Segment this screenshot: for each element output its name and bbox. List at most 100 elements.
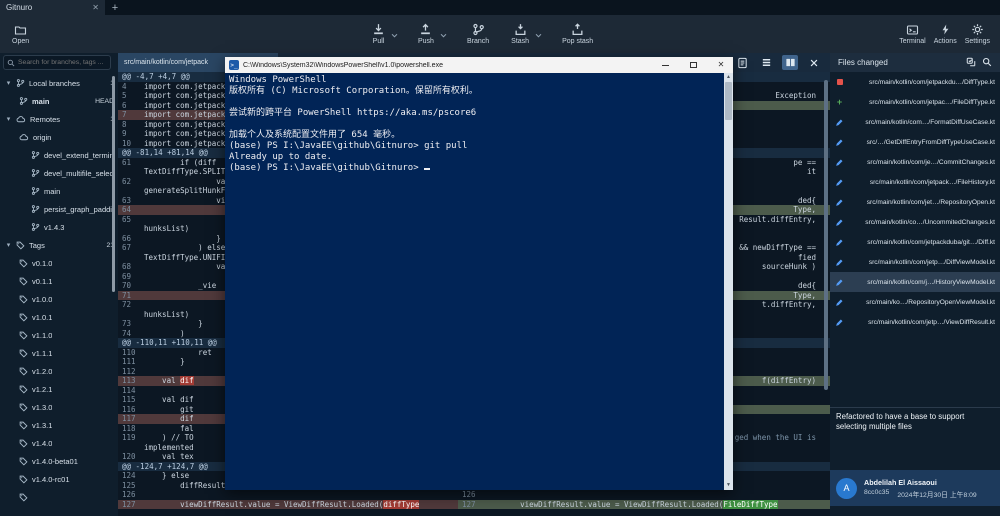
tree-item-label: v1.1.0	[32, 331, 52, 340]
tree-item-v1-1-1[interactable]: v1.1.1	[0, 344, 118, 362]
sidebar-scrollbar[interactable]	[112, 76, 115, 292]
line-number: 4	[118, 82, 144, 92]
minimize-button[interactable]	[653, 57, 677, 73]
powershell-title-bar[interactable]: >_ C:\Windows\System32\WindowsPowerShell…	[225, 57, 733, 73]
tree-item-devel-multifile-select[interactable]: devel_multifile_select	[0, 164, 118, 182]
file-row[interactable]: src/main/ko…/RepositoryOpenViewModel.kt	[830, 292, 1000, 312]
tree-item-v1-2-1[interactable]: v1.2.1	[0, 380, 118, 398]
pull-dropdown[interactable]	[389, 17, 400, 51]
tab-title: Gitnuro	[6, 3, 92, 12]
tab-gitnuro[interactable]: Gitnuro ✕	[0, 0, 105, 15]
file-row[interactable]: src/main/kotlin/com/j…/HistoryViewModel.…	[830, 272, 1000, 292]
chevron-down-icon[interactable]: ▾	[5, 115, 12, 123]
tree-item-label: main	[44, 187, 60, 196]
file-path: src/main/kotlin/com/jetpackdu…/DiffType.…	[849, 79, 995, 86]
file-document-icon[interactable]	[734, 55, 750, 70]
split-view-icon[interactable]	[782, 55, 798, 70]
tree-item-v0-1-0[interactable]: v0.1.0	[0, 254, 118, 272]
line-number: 63	[118, 196, 144, 206]
modified-pencil-icon	[835, 238, 844, 247]
actions-button[interactable]: Actions	[930, 17, 961, 51]
chevron-down-icon[interactable]: ▾	[5, 241, 12, 249]
file-row[interactable]: src/main/kotlin/com/jetpack…/FileHistory…	[830, 172, 1000, 192]
powershell-title: C:\Windows\System32\WindowsPowerShell\v1…	[243, 62, 649, 69]
scroll-thumb[interactable]	[725, 82, 732, 120]
terminal-scrollbar[interactable]: ▲ ▼	[724, 73, 733, 490]
terminal-button[interactable]: Terminal	[895, 17, 929, 51]
modified-pencil-icon	[835, 158, 844, 167]
file-row[interactable]: src/main/kotlin/com/jetpackdu…/DiffType.…	[830, 72, 1000, 92]
tree-item-origin[interactable]: origin	[0, 128, 118, 146]
pull-button[interactable]: Pull	[368, 17, 389, 51]
tree-item-label: v1.3.1	[32, 421, 52, 430]
tree-item-v1-4-0[interactable]: v1.4.0	[0, 434, 118, 452]
tree-item-v1-1-0[interactable]: v1.1.0	[0, 326, 118, 344]
commit-hash: 8cc0c35	[864, 489, 889, 499]
file-row[interactable]: src/main/kotlin/com/jetp…/ViewDiffResult…	[830, 312, 1000, 332]
files-changed-list: src/main/kotlin/com/jetpackdu…/DiffType.…	[830, 72, 1000, 332]
tree-item-empty[interactable]	[0, 488, 118, 506]
file-path: src/main/kotlin/com/j…/HistoryViewModel.…	[849, 279, 995, 286]
tree-item-local-branches[interactable]: ▾Local branches1	[0, 74, 118, 92]
tree-item-persist-graph-paddin[interactable]: persist_graph_paddin	[0, 200, 118, 218]
tag-icon	[19, 439, 28, 448]
file-row[interactable]: +src/main/kotlin/com/jetpac…/FileDiffTyp…	[830, 92, 1000, 112]
file-row[interactable]: src/main/kotlin/com/je…/CommitChanges.kt	[830, 152, 1000, 172]
file-row[interactable]: src/main/kotlin/co…/UncommitedChanges.kt	[830, 212, 1000, 232]
tree-item-main[interactable]: mainHEAD	[0, 92, 118, 110]
tree-item-tags[interactable]: ▾Tags21	[0, 236, 118, 254]
tree-item-v1-4-0-beta01[interactable]: v1.4.0-beta01	[0, 452, 118, 470]
tree-item-v1-4-3[interactable]: v1.4.3	[0, 218, 118, 236]
unified-view-icon[interactable]	[758, 55, 774, 70]
tree-item-remotes[interactable]: ▾Remotes1	[0, 110, 118, 128]
open-button[interactable]: Open	[8, 17, 33, 51]
tree-item-v1-3-1[interactable]: v1.3.1	[0, 416, 118, 434]
file-row[interactable]: src/main/kotlin/com/jet…/RepositoryOpen.…	[830, 192, 1000, 212]
tag-icon	[19, 475, 28, 484]
powershell-window[interactable]: >_ C:\Windows\System32\WindowsPowerShell…	[225, 57, 733, 490]
stash-button[interactable]: Stash	[507, 17, 533, 51]
terminal-line: Windows PowerShell	[229, 75, 729, 86]
commit-date: 2024年12月30日 上午8:09	[897, 489, 976, 499]
diff-scrollbar[interactable]	[824, 80, 828, 390]
close-diff-icon[interactable]	[806, 55, 822, 70]
file-path: src/main/kotlin/com/jetpackduba/git…/Dif…	[849, 239, 995, 246]
tree-item-label: Local branches	[29, 79, 80, 88]
close-window-button[interactable]: ✕	[709, 57, 733, 73]
scroll-down-icon[interactable]: ▼	[726, 481, 731, 490]
new-tab-button[interactable]: +	[105, 0, 125, 15]
file-row[interactable]: src/main/kotlin/com…/FormatDiffUseCase.k…	[830, 112, 1000, 132]
tree-item-v1-0-1[interactable]: v1.0.1	[0, 308, 118, 326]
tree-item-v0-1-1[interactable]: v0.1.1	[0, 272, 118, 290]
line-number: 111	[118, 357, 144, 367]
multiselect-icon[interactable]	[966, 57, 976, 69]
tree-item-v1-3-0[interactable]: v1.3.0	[0, 398, 118, 416]
pop-stash-button[interactable]: Pop stash	[558, 17, 597, 51]
tree-item-v1-2-0[interactable]: v1.2.0	[0, 362, 118, 380]
line-number	[118, 253, 144, 263]
file-row[interactable]: src/…/GetDiffEntryFromDiffTypeUseCase.kt	[830, 132, 1000, 152]
branch-button[interactable]: Branch	[463, 17, 493, 51]
stash-dropdown[interactable]	[533, 17, 544, 51]
search-input[interactable]	[18, 59, 106, 66]
tab-close-icon[interactable]: ✕	[92, 3, 99, 12]
maximize-button[interactable]	[681, 57, 705, 73]
file-row[interactable]: src/main/kotlin/com/jetpackduba/git…/Dif…	[830, 232, 1000, 252]
line-number: 73	[118, 319, 144, 329]
tree-item-v1-4-0-rc01[interactable]: v1.4.0-rc01	[0, 470, 118, 488]
push-dropdown[interactable]	[438, 17, 449, 51]
push-button[interactable]: Push	[414, 17, 438, 51]
stash-label: Stash	[511, 38, 529, 45]
search-files-icon[interactable]	[982, 57, 992, 69]
tree-item-devel-extend-termina[interactable]: devel_extend_termina	[0, 146, 118, 164]
file-path: src/…/GetDiffEntryFromDiffTypeUseCase.kt	[849, 139, 995, 146]
file-row[interactable]: src/main/kotlin/com/jetp…/DiffViewModel.…	[830, 252, 1000, 272]
branch-search-box[interactable]	[3, 55, 111, 70]
toolbar: Open Pull Push Branch Stash Pop stash Termin…	[0, 15, 1000, 53]
tree-item-main[interactable]: main	[0, 182, 118, 200]
settings-button[interactable]: Settings	[961, 17, 994, 51]
terminal-cursor	[424, 168, 430, 170]
tree-item-v1-0-0[interactable]: v1.0.0	[0, 290, 118, 308]
chevron-down-icon[interactable]: ▾	[5, 79, 12, 87]
scroll-up-icon[interactable]: ▲	[726, 73, 731, 82]
